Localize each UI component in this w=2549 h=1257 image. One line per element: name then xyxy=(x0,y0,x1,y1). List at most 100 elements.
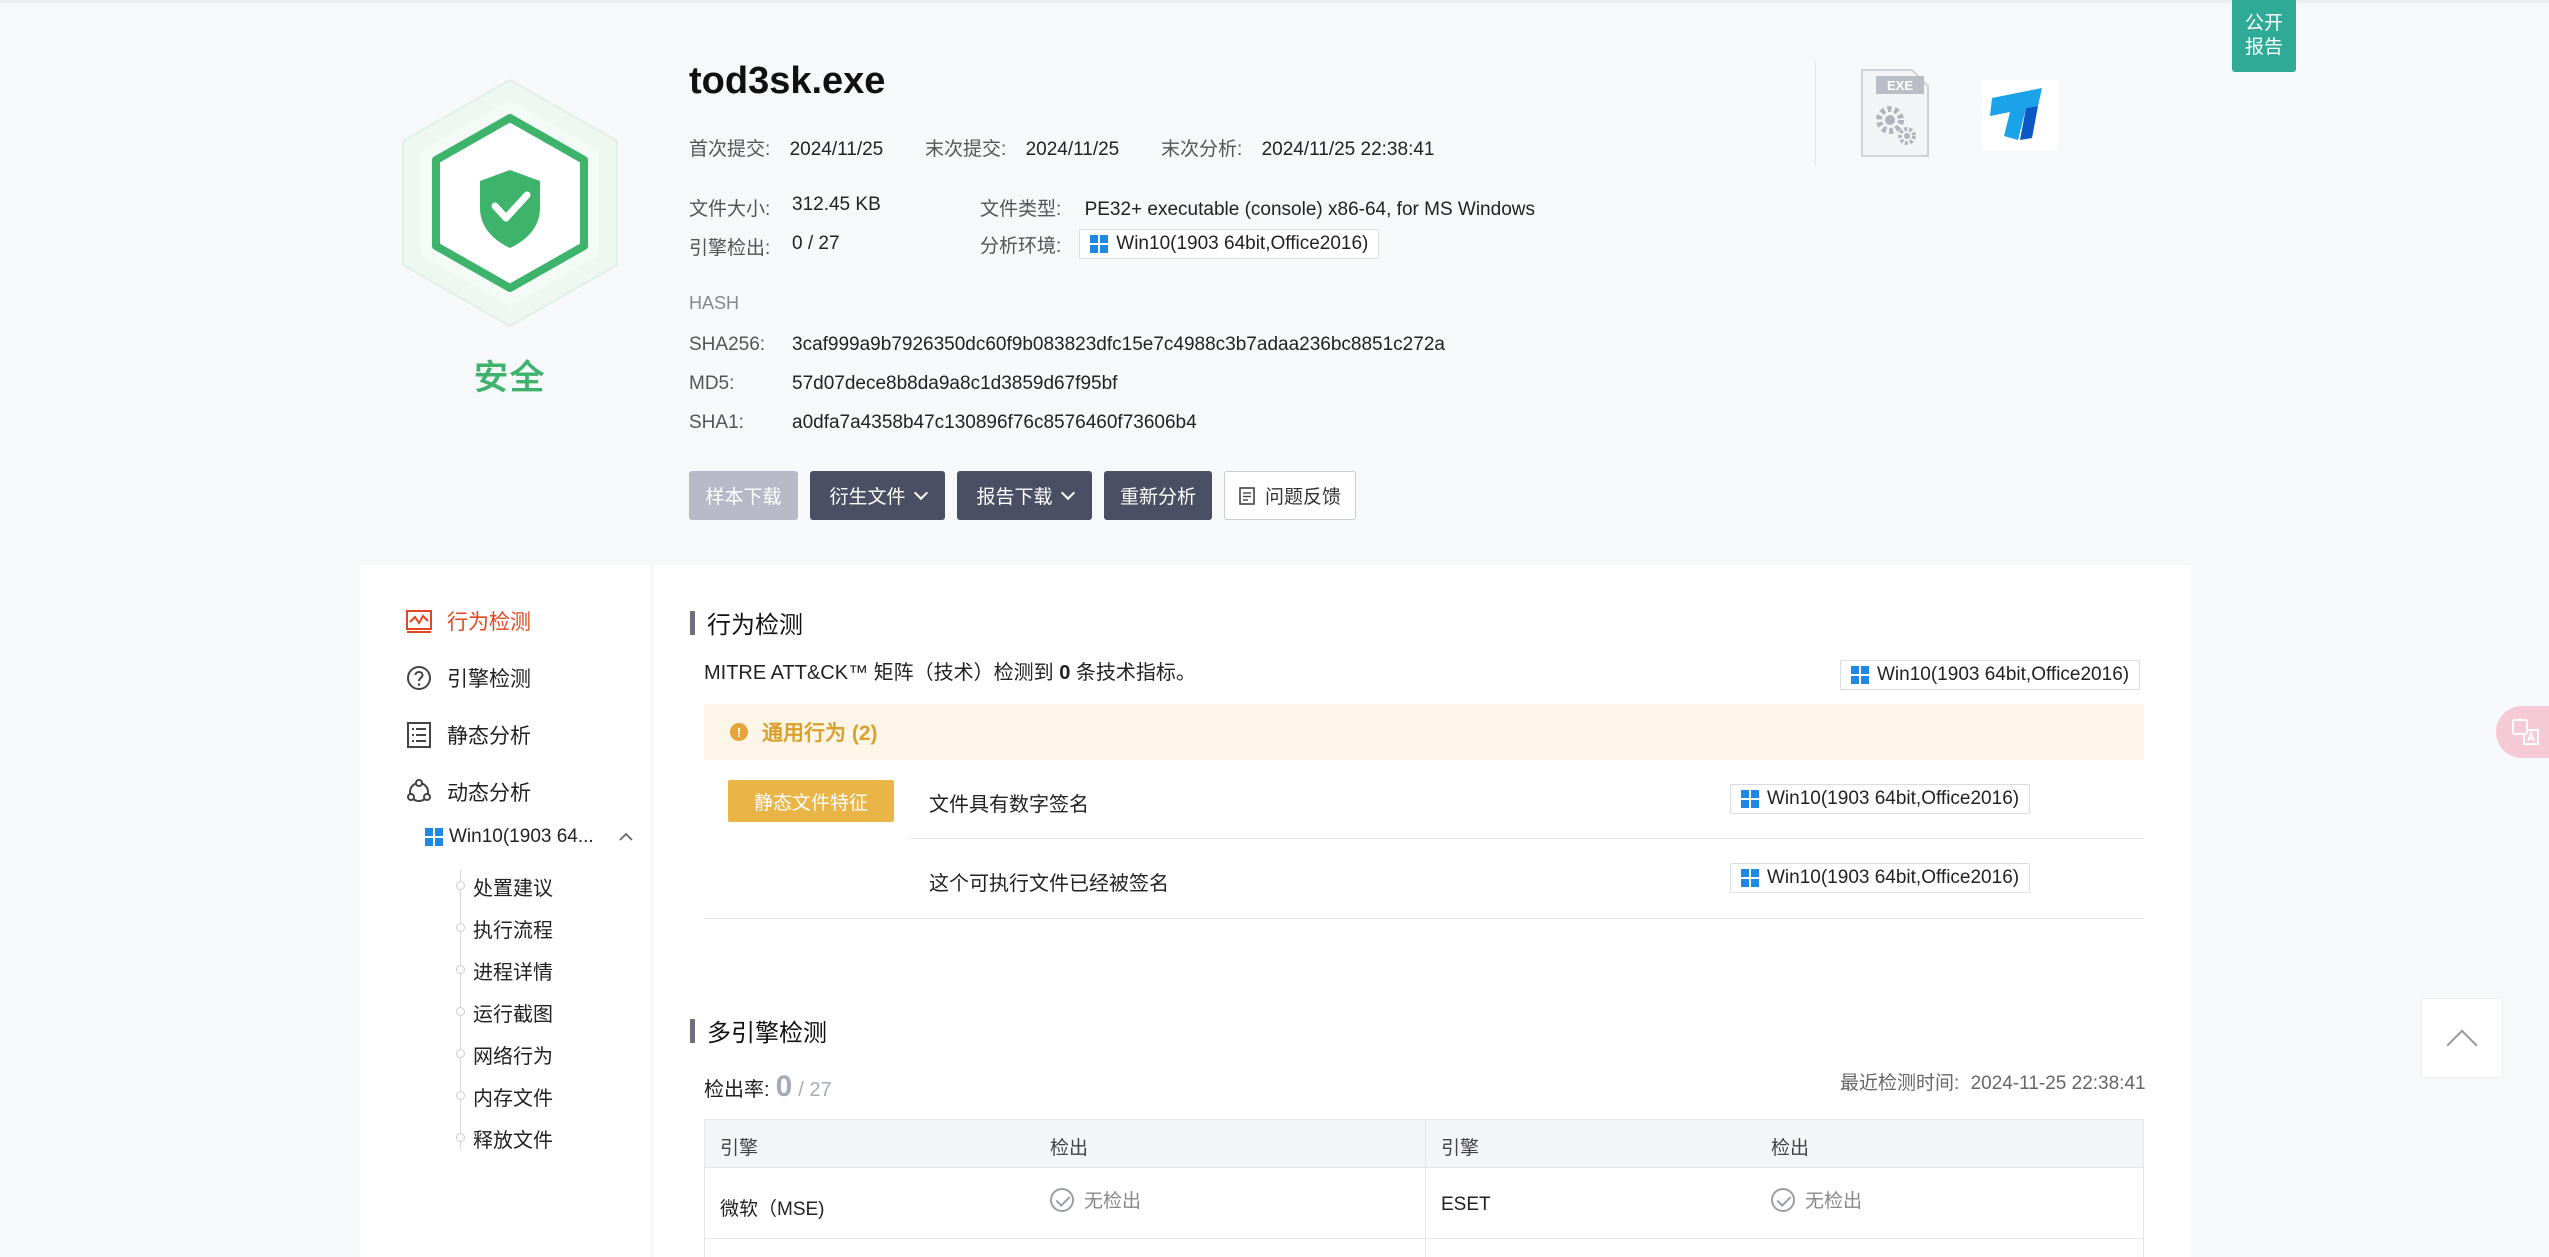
windows-icon xyxy=(1741,790,1759,808)
behavior-env-label: Win10(1903 64bit,Office2016) xyxy=(1877,664,2130,685)
chevron-down-icon xyxy=(1060,485,1075,500)
row-divider xyxy=(910,838,2144,839)
first-submit-value: 2024/11/25 xyxy=(789,139,884,160)
table-header-engine: 引擎 xyxy=(1441,1138,1480,1159)
behavior-section-title: 行为检测 xyxy=(690,605,803,640)
translate-icon[interactable] xyxy=(2496,706,2549,758)
last-submit-value: 2024/11/25 xyxy=(1025,139,1120,160)
sample-download-button[interactable]: 样本下载 xyxy=(689,471,798,520)
behavior-row-text: 文件具有数字签名 xyxy=(929,794,1089,816)
behavior-env-chip[interactable]: Win10(1903 64bit,Office2016) xyxy=(1840,660,2141,690)
behavior-row-env-chip[interactable]: Win10(1903 64bit,Office2016) xyxy=(1730,863,2031,893)
row-divider xyxy=(704,918,2144,919)
row-divider xyxy=(705,1238,2143,1239)
sidebar-sub-item[interactable]: 内存文件 xyxy=(473,1082,553,1111)
exe-file-icon: EXE xyxy=(1860,68,1930,158)
general-behavior-header[interactable]: ! 通用行为 (2) xyxy=(704,704,2144,760)
engine-table: 引擎 检出 引擎 检出 微软（MSE) 无检出 ESET 无检出 xyxy=(704,1119,2144,1257)
engine-name: ESET xyxy=(1441,1194,1491,1215)
sidebar-sub-item[interactable]: 进程详情 xyxy=(473,956,553,985)
report-download-label: 报告下载 xyxy=(976,487,1053,508)
reanalyze-label: 重新分析 xyxy=(1119,487,1196,508)
behavior-row-env-label: Win10(1903 64bit,Office2016) xyxy=(1767,788,2020,809)
feedback-doc-icon xyxy=(1239,486,1255,505)
md5-label: MD5: xyxy=(689,373,735,394)
table-header-engine: 引擎 xyxy=(720,1138,759,1159)
tree-dot xyxy=(456,1007,465,1016)
feedback-button[interactable]: 问题反馈 xyxy=(1224,471,1356,520)
sidebar-env-toggle[interactable]: Win10(1903 64... xyxy=(425,826,634,848)
sidebar-sub-item[interactable]: 运行截图 xyxy=(473,998,553,1027)
section-bar xyxy=(690,610,695,635)
translate-glyph-icon xyxy=(2512,719,2539,745)
file-type-value: PE32+ executable (console) x86-64, for M… xyxy=(1084,199,1535,220)
detection-rate-value: 0 xyxy=(775,1070,793,1103)
list-doc-icon xyxy=(407,722,431,748)
engine-detect: 引擎检出: 0 / 27 xyxy=(689,233,840,260)
analysis-env: 分析环境: Win10(1903 64bit,Office2016) xyxy=(980,229,1380,259)
mitre-suffix: 条技术指标。 xyxy=(1070,662,1196,684)
file-type-label: 文件类型: xyxy=(980,199,1062,220)
sample-download-label: 样本下载 xyxy=(705,487,782,508)
last-analysis-label: 末次分析: xyxy=(1161,139,1243,160)
verdict-shield-icon xyxy=(385,78,635,328)
public-report-line1: 公开 xyxy=(2244,13,2283,34)
sidebar-item-engine[interactable]: 引擎检测 xyxy=(405,663,531,693)
chevron-up-icon xyxy=(2446,1029,2478,1061)
file-type: 文件类型: PE32+ executable (console) x86-64,… xyxy=(980,194,1535,221)
behavior-chart-icon xyxy=(406,610,432,633)
mitre-summary: MITRE ATT&CK™ 矩阵（技术）检测到 0 条技术指标。 xyxy=(704,656,1196,685)
engines-section-title: 多引擎检测 xyxy=(690,1013,827,1048)
tree-dot xyxy=(456,1133,465,1142)
table-col-divider xyxy=(1425,1120,1426,1257)
sidebar-sub-item[interactable]: 释放文件 xyxy=(473,1124,553,1153)
verdict-label: 安全 xyxy=(474,359,546,397)
md5-row: MD5: 57d07dece8b8da9a8c1d3859d67f95bf xyxy=(689,373,1117,395)
public-report-button[interactable]: 公开 报告 xyxy=(2232,0,2296,72)
windows-icon xyxy=(425,828,443,846)
sidebar-item-label: 静态分析 xyxy=(447,725,531,748)
sidebar-sub-item[interactable]: 执行流程 xyxy=(473,914,553,943)
feedback-label: 问题反馈 xyxy=(1264,487,1341,508)
sidebar-item-behavior[interactable]: 行为检测 xyxy=(405,606,531,636)
exe-file-icon-text: EXE xyxy=(1887,78,1913,93)
md5-value: 57d07dece8b8da9a8c1d3859d67f95bf xyxy=(792,373,1118,394)
reanalyze-button[interactable]: 重新分析 xyxy=(1104,471,1212,520)
env-chip[interactable]: Win10(1903 64bit,Office2016) xyxy=(1079,229,1380,259)
sidebar-item-label: 引擎检测 xyxy=(447,668,531,691)
sidebar-item-label: 行为检测 xyxy=(447,611,531,634)
sidebar-item-dynamic[interactable]: 动态分析 xyxy=(405,777,531,807)
mitre-count: 0 xyxy=(1059,662,1071,684)
tree-dot xyxy=(456,965,465,974)
last-detect-time-value: 2024-11-25 22:38:41 xyxy=(1970,1073,2146,1094)
windows-icon xyxy=(1851,666,1869,684)
question-circle-icon xyxy=(407,666,431,690)
file-size-label: 文件大小: xyxy=(689,199,771,220)
file-size: 文件大小: 312.45 KB xyxy=(689,194,881,221)
last-analysis-value: 2024/11/25 22:38:41 xyxy=(1261,139,1435,160)
derived-files-button[interactable]: 衍生文件 xyxy=(810,471,945,520)
behavior-row-env-chip[interactable]: Win10(1903 64bit,Office2016) xyxy=(1730,784,2031,814)
warning-icon: ! xyxy=(730,723,748,741)
sidebar-sub-item[interactable]: 处置建议 xyxy=(473,872,553,901)
engine-detect-label: 引擎检出: xyxy=(689,238,771,259)
check-circle-icon xyxy=(1050,1187,1074,1212)
sidebar-item-static[interactable]: 静态分析 xyxy=(405,720,531,750)
engine-result-label: 无检出 xyxy=(1805,1191,1863,1212)
report-download-button[interactable]: 报告下载 xyxy=(957,471,1092,520)
file-size-value: 312.45 KB xyxy=(792,194,881,215)
sha256-label: SHA256: xyxy=(689,334,766,355)
last-detect-time: 最近检测时间: 2024-11-25 22:38:41 xyxy=(1840,1068,2146,1095)
chevron-down-icon xyxy=(913,485,928,500)
file-name: tod3sk.exe xyxy=(689,60,886,102)
table-header-result: 检出 xyxy=(1771,1138,1810,1159)
sidebar-sub-item[interactable]: 网络行为 xyxy=(473,1040,553,1069)
sha1-label: SHA1: xyxy=(689,412,744,433)
top-divider xyxy=(0,0,2549,3)
back-to-top-button[interactable] xyxy=(2421,998,2503,1078)
signer-logo-icon xyxy=(1982,80,2058,150)
header-divider xyxy=(1815,60,1816,166)
env-chip-label: Win10(1903 64bit,Office2016) xyxy=(1116,233,1369,254)
sidebar-env-label: Win10(1903 64... xyxy=(449,826,594,847)
engine-result-label: 无检出 xyxy=(1084,1191,1142,1212)
